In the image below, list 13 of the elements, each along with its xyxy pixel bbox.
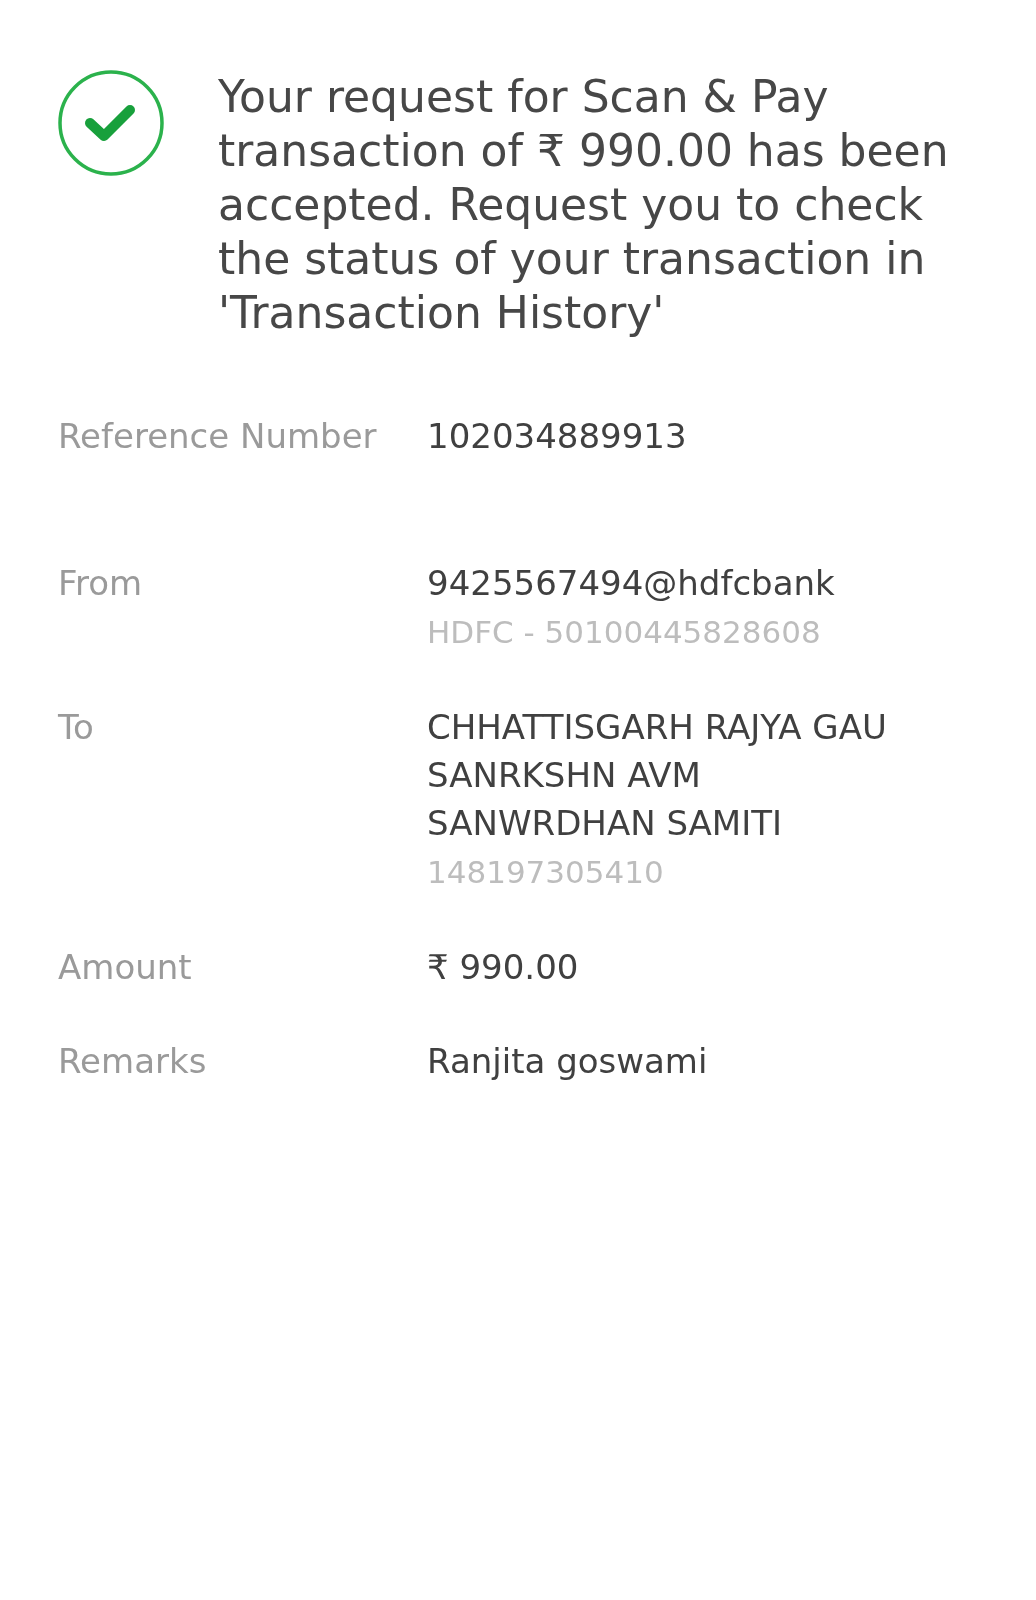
detail-label: Reference Number [58,415,378,458]
detail-label: To [58,706,95,749]
detail-value: 9425567494@hdfcbank [427,562,835,605]
detail-value: ₹ 990.00 [427,946,579,989]
detail-label: Remarks [58,1040,208,1083]
detail-value: CHHATTISGARH RAJYA GAU SANRKSHN AVM SANWRDHAN SAMITI [427,706,888,845]
detail-subtext: HDFC - 50100445828608 [427,613,821,652]
detail-value: Ranjita goswami [427,1040,708,1083]
detail-subtext: 148197305410 [427,853,664,892]
detail-value: 102034889913 [427,415,687,458]
detail-label: From [58,562,144,605]
status-message: Your request for Scan & Pay transaction of ₹ 990.00 has been accepted. Request you to check the status of your transaction in 'Transaction History' [218,70,950,340]
detail-label: Amount [58,946,193,989]
